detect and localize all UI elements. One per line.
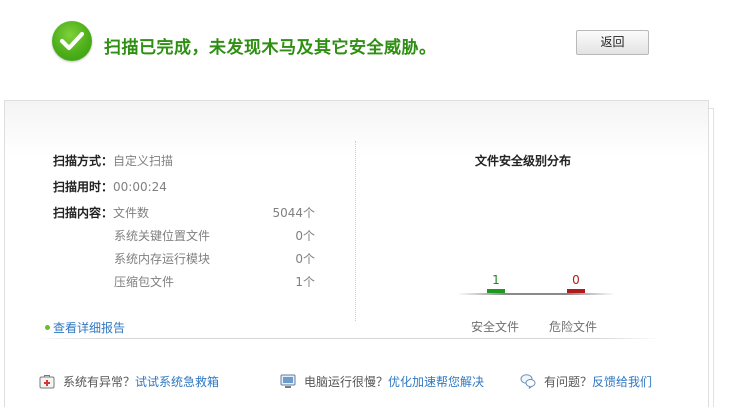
result-title: 扫描已完成，未发现木马及其它安全威胁。 [104,38,437,58]
scan-time-row: 扫描用时：00:00:24 [53,178,167,195]
scan-time-value: 00:00:24 [113,180,167,194]
bar-danger-files [567,289,585,293]
scan-time-label: 扫描用时： [53,180,114,194]
view-report-link[interactable]: 查看详细报告 [45,319,125,336]
monitor-icon [280,374,296,388]
scan-item-count: 0个 [295,229,315,243]
view-report-label: 查看详细报告 [53,321,126,335]
chart-baseline [457,293,615,295]
scan-method-value: 自定义扫描 [113,154,174,168]
footer-divider [36,338,662,339]
scan-content-label: 扫描内容： [53,206,114,220]
scan-item-name: 文件数 [113,206,150,220]
first-aid-kit-icon [39,375,55,389]
bar-safe-files [487,289,505,293]
scan-item-name: 系统关键位置文件 [114,229,211,243]
scan-method-row: 扫描方式：自定义扫描 [53,152,173,169]
footer-feedback: 有问题？反馈给我们 [544,373,652,390]
data-label-danger: 0 [572,273,580,287]
bullet-dot-icon [45,325,50,330]
scan-method-label: 扫描方式： [53,154,114,168]
first-aid-link[interactable]: 试试系统急救箱 [135,375,219,389]
footer-speedup: 电脑运行很慢？优化加速帮您解决 [304,373,484,390]
footer-text: 有问题？ [544,375,593,389]
vertical-divider [355,141,356,321]
result-header: 扫描已完成，未发现木马及其它安全威胁。 返回 [0,0,731,96]
scan-item-count: 5044个 [272,206,315,220]
feedback-link[interactable]: 反馈给我们 [592,375,652,389]
scan-item-name: 系统内存运行模块 [114,252,211,266]
category-label-danger: 危险文件 [549,320,598,334]
data-label-safe: 1 [492,273,500,287]
chat-bubbles-icon [520,374,536,389]
card-body: 扫描方式：自定义扫描 扫描用时：00:00:24 扫描内容：文件数 5044个 … [4,100,709,407]
back-button[interactable]: 返回 [576,30,649,55]
footer-first-aid: 系统有异常？试试系统急救箱 [63,373,219,390]
check-success-icon [52,21,92,61]
scan-item-count: 1个 [295,275,315,289]
scan-item-name: 压缩包文件 [114,275,175,289]
footer-text: 系统有异常？ [63,375,136,389]
chart-title: 文件安全级别分布 [475,154,572,168]
category-label-safe: 安全文件 [471,320,520,334]
scan-summary-card: 扫描方式：自定义扫描 扫描用时：00:00:24 扫描内容：文件数 5044个 … [4,100,714,407]
scan-item-count: 0个 [295,252,315,266]
scan-content-row: 扫描内容：文件数 [53,204,149,221]
footer-text: 电脑运行很慢？ [304,375,389,389]
speedup-link[interactable]: 优化加速帮您解决 [388,375,484,389]
